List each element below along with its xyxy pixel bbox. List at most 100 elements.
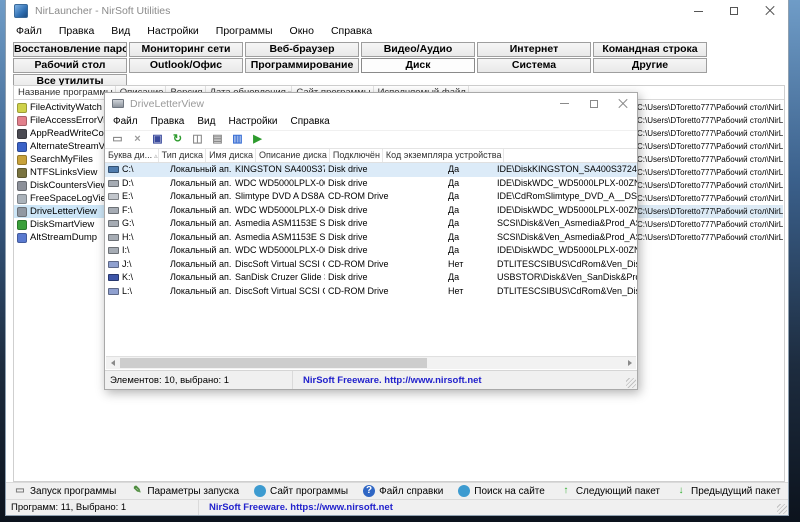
column-header[interactable]: Название программы [14, 86, 116, 99]
category-button[interactable]: Рабочий стол [13, 58, 127, 73]
menu-item[interactable]: Настройки [147, 25, 199, 37]
drive-type-cell: Локальный ап... [170, 218, 232, 228]
executable-path[interactable]: C:\Users\DToretto777\Рабочий стол\NirLau… [634, 153, 783, 166]
drive-type-cell: Локальный ап... [170, 245, 232, 255]
category-button[interactable]: Восстановление паролей [13, 42, 127, 57]
drive-type-icon [108, 260, 119, 268]
category-button[interactable]: Система [477, 58, 591, 73]
launcher-toolbar-button[interactable]: ? Файл справки [363, 485, 443, 497]
toolbar-button-icon: ✎ [133, 485, 142, 496]
device-instance-id-cell: IDE\CdRomSlimtype_DVD_A__DS8A8S [497, 191, 637, 201]
drive-row[interactable]: J:\ Локальный ап... DiscSoft Virtual SCS… [105, 258, 637, 272]
child-menu-item[interactable]: Вид [197, 116, 215, 127]
child-close-icon[interactable] [608, 93, 637, 114]
executable-path[interactable]: C:\Users\DToretto777\Рабочий стол\NirLau… [634, 231, 783, 244]
menu-item[interactable]: Справка [331, 25, 372, 37]
drives-column-header[interactable]: Описание диска [256, 149, 330, 162]
menu-item[interactable]: Окно [290, 25, 314, 37]
executable-path[interactable]: C:\Users\DToretto777\Рабочий стол\NirLau… [634, 192, 783, 205]
toolbar-icon[interactable]: ↻ [170, 131, 185, 148]
launcher-toolbar-button[interactable]: Сайт программы [254, 485, 348, 497]
child-menu-item[interactable]: Правка [151, 116, 185, 127]
drive-row[interactable]: G:\ Локальный ап... Asmedia ASM1153E SCS… [105, 217, 637, 231]
resize-grip[interactable] [626, 378, 636, 388]
launcher-toolbar-button[interactable]: Поиск на сайте [458, 485, 545, 497]
category-button[interactable]: Программирование [245, 58, 359, 73]
category-button[interactable]: Видео/Аудио [361, 42, 475, 57]
program-icon [17, 206, 27, 217]
nirsoft-link[interactable]: NirSoft Freeware. https://www.nirsoft.ne… [199, 502, 393, 513]
drive-connected-cell: Да [448, 231, 460, 242]
drives-column-header[interactable]: Подключён [330, 149, 383, 162]
scroll-right-icon[interactable] [623, 357, 636, 369]
executable-path[interactable]: C:\Users\DToretto777\Рабочий стол\NirLau… [634, 101, 783, 114]
menu-item[interactable]: Программы [216, 25, 273, 37]
menu-item[interactable]: Правка [59, 25, 94, 37]
executable-path[interactable]: C:\Users\DToretto777\Рабочий стол\NirLau… [634, 205, 783, 218]
toolbar-icon[interactable]: ▤ [210, 131, 225, 148]
executable-path[interactable]: C:\Users\DToretto777\Рабочий стол\NirLau… [634, 166, 783, 179]
launcher-toolbar-button[interactable]: ↓ Предыдущий пакет [675, 485, 781, 497]
toolbar-icon[interactable]: ▥ [230, 131, 245, 148]
drive-row[interactable]: F:\ Локальный ап... WDC WD5000LPLX-00Z..… [105, 204, 637, 218]
child-maximize-icon[interactable] [579, 93, 608, 114]
child-menubar: Файл Правка Вид Настройки Справка [105, 114, 637, 130]
child-menu-item[interactable]: Справка [291, 116, 330, 127]
category-button[interactable]: Командная строка [593, 42, 707, 57]
category-button[interactable]: Outlook/Офис [129, 58, 243, 73]
category-button[interactable]: Веб-браузер [245, 42, 359, 57]
drives-column-header[interactable]: Тип диска [159, 149, 207, 162]
drive-row[interactable]: K:\ Локальный ап... SanDisk Cruzer Glide… [105, 271, 637, 285]
drive-row[interactable]: D:\ Локальный ап... WDC WD5000LPLX-00Z..… [105, 177, 637, 191]
drive-type-cell: Локальный ап... [170, 191, 232, 201]
maximize-icon[interactable] [716, 0, 752, 22]
child-menu-item[interactable]: Файл [113, 116, 138, 127]
nirsoft-link[interactable]: NirSoft Freeware. http://www.nirsoft.net [293, 375, 482, 386]
toolbar-icon[interactable]: ◫ [190, 131, 205, 148]
drive-row[interactable]: E:\ Локальный ап... Slimtype DVD A DS8A8… [105, 190, 637, 204]
program-icon [17, 180, 27, 191]
minimize-icon[interactable] [680, 0, 716, 22]
drives-column-header[interactable]: Буква ди... ▵ [105, 149, 159, 162]
drives-column-header[interactable]: Код экземпляра устройства [383, 149, 505, 162]
category-button[interactable]: Интернет [477, 42, 591, 57]
horizontal-scrollbar[interactable] [106, 356, 636, 369]
drive-name-cell: KINGSTON SA400S37240... [235, 164, 325, 174]
drive-row[interactable]: I:\ Локальный ап... WDC WD5000LPLX-00Z..… [105, 244, 637, 258]
drives-column-header[interactable]: Имя диска [206, 149, 257, 162]
close-icon[interactable] [752, 0, 788, 22]
category-button[interactable]: Другие [593, 58, 707, 73]
category-button[interactable]: Мониторинг сети [129, 42, 243, 57]
scroll-left-icon[interactable] [106, 357, 119, 369]
main-caption-buttons [680, 0, 788, 22]
drive-connected-cell: Да [448, 272, 460, 282]
child-menu-item[interactable]: Настройки [228, 116, 277, 127]
menu-item[interactable]: Вид [111, 25, 130, 37]
executable-path[interactable]: C:\Users\DToretto777\Рабочий стол\NirLau… [634, 218, 783, 231]
executable-path[interactable]: C:\Users\DToretto777\Рабочий стол\NirLau… [634, 179, 783, 192]
category-button[interactable]: Диск [361, 58, 475, 73]
drive-row[interactable]: L:\ Локальный ап... DiscSoft Virtual SCS… [105, 285, 637, 299]
toolbar-icon[interactable]: × [130, 131, 145, 148]
executable-path[interactable]: C:\Users\DToretto777\Рабочий стол\NirLau… [634, 127, 783, 140]
executable-path[interactable]: C:\Users\DToretto777\Рабочий стол\NirLau… [634, 114, 783, 127]
drive-type-cell: Локальный ап... [170, 231, 232, 242]
launcher-toolbar-button[interactable]: ▭ Запуск программы [14, 485, 116, 497]
drive-letter-cell: D:\ [105, 177, 167, 191]
resize-grip[interactable] [777, 504, 787, 514]
drive-letter-cell: L:\ [105, 285, 167, 299]
toolbar-icon[interactable]: ▣ [150, 131, 165, 148]
launcher-toolbar-button[interactable]: ✎ Параметры запуска [131, 485, 239, 497]
menu-item[interactable]: Файл [16, 25, 42, 37]
toolbar-button-icon: ? [363, 485, 376, 497]
drive-letter-cell: K:\ [105, 271, 167, 285]
child-minimize-icon[interactable] [550, 93, 579, 114]
toolbar-icon[interactable]: ▭ [110, 131, 125, 148]
scrollbar-thumb[interactable] [120, 358, 428, 368]
toolbar-icon[interactable]: ▶ [250, 131, 265, 148]
executable-path[interactable]: C:\Users\DToretto777\Рабочий стол\NirLau… [634, 140, 783, 153]
launcher-toolbar-button[interactable]: ↑ Следующий пакет [560, 485, 660, 497]
drive-row[interactable]: H:\ Локальный ап... Asmedia ASM1153E SCS… [105, 231, 637, 245]
drive-row[interactable]: C:\ Локальный ап... KINGSTON SA400S37240… [105, 163, 637, 177]
program-icon [17, 102, 27, 113]
